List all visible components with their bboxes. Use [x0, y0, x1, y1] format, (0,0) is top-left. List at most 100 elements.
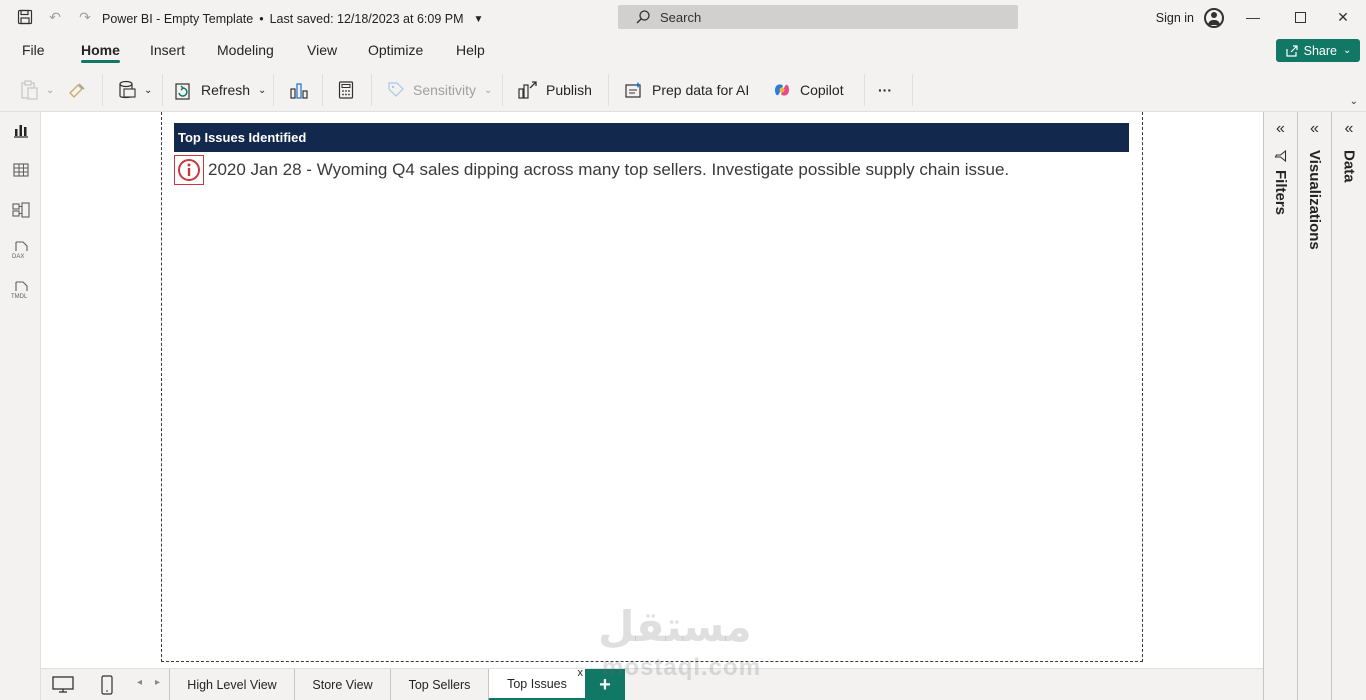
- sign-in-label: Sign in: [1155, 11, 1194, 25]
- format-painter-icon: [69, 83, 85, 98]
- watermark-logo: مستقل: [598, 603, 752, 650]
- data-pane[interactable]: « Data: [1331, 112, 1366, 700]
- prep-data-icon: [625, 82, 641, 98]
- scroll-tabs-right-icon[interactable]: ▸: [155, 677, 160, 688]
- tab-store-view[interactable]: Store View: [294, 669, 390, 700]
- visualizations-pane-label: Visualizations: [1306, 150, 1323, 250]
- maximize-icon: [1294, 11, 1306, 23]
- data-pane-label: Data: [1340, 150, 1358, 183]
- copilot-button[interactable]: Copilot: [772, 78, 844, 102]
- tmdl-view-button[interactable]: TMDL: [0, 272, 41, 308]
- more-label: ···: [878, 82, 892, 98]
- search-box[interactable]: Search: [618, 5, 1018, 29]
- issue-text: 2020 Jan 28 - Wyoming Q4 sales dipping a…: [208, 160, 1010, 179]
- share-icon: [1286, 45, 1298, 57]
- prep-data-label: Prep data for AI: [652, 82, 750, 98]
- publish-button[interactable]: Publish: [518, 78, 592, 102]
- dax-icon: DAX: [12, 241, 28, 259]
- report-view-button[interactable]: [0, 112, 41, 148]
- calculator-icon: [338, 81, 354, 99]
- report-page[interactable]: [161, 112, 1143, 662]
- menu-home[interactable]: Home: [81, 42, 120, 58]
- ribbon: ⌄ ⌄ Refresh ⌄ Sensitivity ⌄ Publish Prep…: [0, 68, 1366, 112]
- file-name: Power BI - Empty Template: [102, 12, 254, 26]
- expand-visualizations-icon[interactable]: «: [1298, 120, 1331, 138]
- title-dropdown-icon[interactable]: ▼: [474, 14, 484, 25]
- publish-label: Publish: [546, 82, 592, 98]
- share-chevron-icon: ⌄: [1342, 45, 1352, 56]
- info-icon: [174, 155, 204, 185]
- tmdl-icon: TMDL: [11, 281, 28, 299]
- save-icon[interactable]: [17, 9, 33, 25]
- watermark-text: mostaql.com: [602, 654, 762, 681]
- ribbon-separator: [273, 74, 274, 106]
- left-nav: DAX TMDL: [0, 112, 41, 700]
- last-saved: Last saved: 12/18/2023 at 6:09 PM: [269, 12, 464, 26]
- refresh-button[interactable]: Refresh ⌄: [175, 78, 266, 102]
- publish-icon: [518, 81, 537, 99]
- ribbon-separator: [322, 74, 323, 106]
- minimize-button[interactable]: —: [1230, 0, 1276, 34]
- filters-pane[interactable]: « Filters: [1263, 112, 1297, 700]
- maximize-button[interactable]: [1277, 0, 1323, 34]
- new-measure-button[interactable]: [338, 78, 354, 102]
- menu-modeling[interactable]: Modeling: [217, 42, 274, 58]
- desktop-icon: [52, 676, 74, 693]
- menu-view[interactable]: View: [307, 42, 337, 58]
- ribbon-separator: [162, 74, 163, 106]
- model-view-button[interactable]: [0, 192, 41, 228]
- window-title[interactable]: Power BI - Empty Template • Last saved: …: [102, 12, 483, 26]
- collapse-ribbon-icon[interactable]: ⌄: [1350, 96, 1358, 107]
- ribbon-separator: [864, 74, 865, 106]
- prep-data-button[interactable]: Prep data for AI: [624, 78, 749, 102]
- ribbon-separator: [502, 74, 503, 106]
- table-view-button[interactable]: [0, 152, 41, 188]
- visualizations-pane[interactable]: « Visualizations: [1297, 112, 1331, 700]
- dax-query-view-button[interactable]: DAX: [0, 232, 41, 268]
- get-data-button[interactable]: ⌄: [118, 78, 152, 102]
- issue-item[interactable]: 2020 Jan 28 - Wyoming Q4 sales dipping a…: [174, 155, 1009, 185]
- table-view-icon: [12, 163, 29, 177]
- active-menu-indicator: [81, 60, 120, 63]
- visual-title: Top Issues Identified: [174, 123, 1129, 152]
- mobile-icon: [101, 675, 113, 695]
- tab-high-level-view[interactable]: High Level View: [169, 669, 294, 700]
- close-button[interactable]: ✕: [1320, 0, 1366, 34]
- title-bar: ↶ ↷ Power BI - Empty Template • Last sav…: [0, 0, 1366, 34]
- expand-data-icon[interactable]: «: [1332, 120, 1366, 138]
- copilot-label: Copilot: [800, 82, 844, 98]
- more-options-button[interactable]: ···: [878, 78, 892, 102]
- undo-icon[interactable]: ↶: [47, 9, 63, 25]
- menu-help[interactable]: Help: [456, 42, 485, 58]
- new-visual-button[interactable]: [289, 78, 309, 102]
- report-view-icon: [13, 125, 28, 138]
- scroll-tabs-left-icon[interactable]: ◂: [137, 677, 142, 688]
- redo-icon[interactable]: ↷: [77, 9, 93, 25]
- sign-in-button[interactable]: Sign in: [1156, 8, 1224, 28]
- menu-insert[interactable]: Insert: [150, 42, 185, 58]
- paste-icon: [21, 80, 38, 100]
- ribbon-separator: [371, 74, 372, 106]
- share-button[interactable]: Share ⌄: [1276, 39, 1360, 62]
- expand-filters-icon[interactable]: «: [1264, 120, 1297, 138]
- ribbon-separator: [608, 74, 609, 106]
- close-tab-icon[interactable]: x: [578, 667, 584, 679]
- tab-top-issues[interactable]: Top Issues x: [488, 667, 585, 700]
- database-icon: [119, 80, 136, 99]
- desktop-layout-button[interactable]: [51, 673, 75, 697]
- menu-file[interactable]: File: [22, 42, 45, 58]
- model-view-icon: [11, 202, 30, 218]
- menu-bar: File Home Insert Modeling View Optimize …: [0, 34, 1366, 68]
- paste-button[interactable]: ⌄: [20, 78, 54, 102]
- get-data-chevron-icon: ⌄: [144, 84, 153, 96]
- svg-text:TMDL: TMDL: [11, 294, 28, 299]
- copilot-icon: [775, 84, 789, 96]
- menu-optimize[interactable]: Optimize: [368, 42, 423, 58]
- format-painter-button[interactable]: [68, 78, 86, 102]
- sensitivity-button[interactable]: Sensitivity ⌄: [387, 78, 492, 102]
- mobile-layout-button[interactable]: [95, 673, 119, 697]
- sensitivity-icon: [388, 82, 404, 97]
- refresh-icon: [175, 83, 190, 100]
- tab-top-sellers[interactable]: Top Sellers: [390, 669, 488, 700]
- account-icon: [1204, 8, 1224, 28]
